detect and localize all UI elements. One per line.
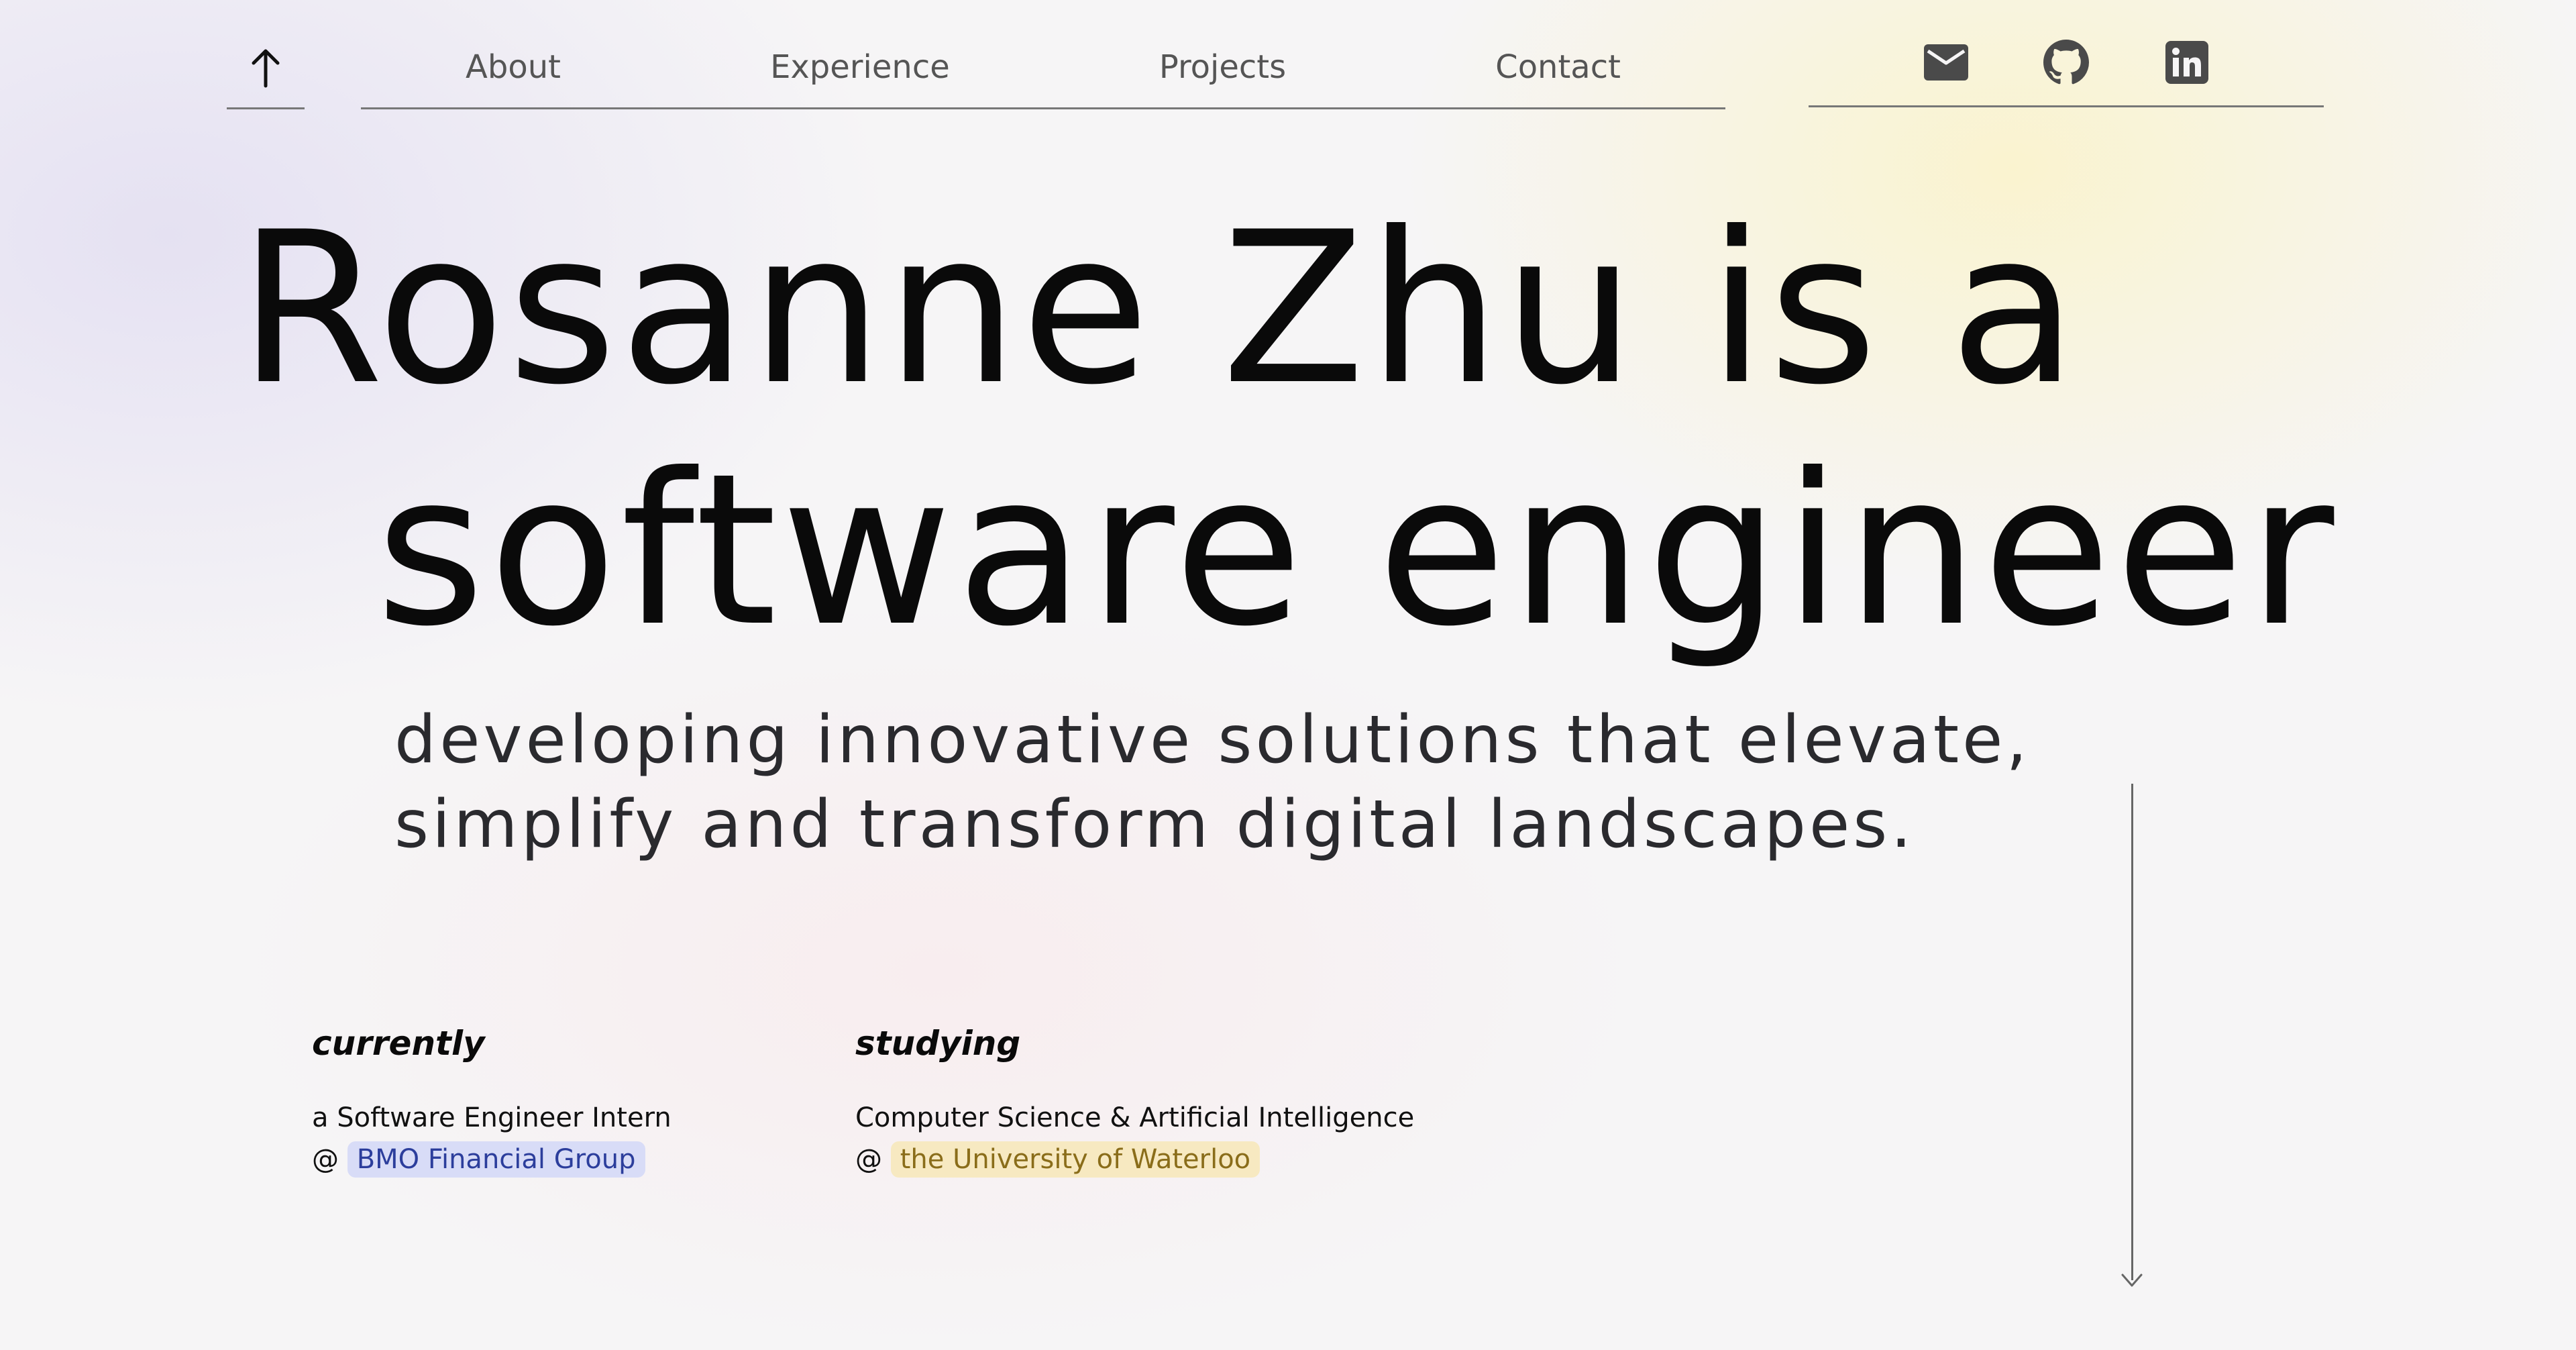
current-role: a Software Engineer Intern (312, 1102, 672, 1133)
tagline-line-1: developing innovative solutions that ele… (394, 702, 2031, 778)
institution-badge[interactable]: the University of Waterloo (890, 1141, 1260, 1178)
arrow-down-icon[interactable] (2120, 1272, 2144, 1288)
github-link[interactable] (2043, 39, 2090, 86)
mail-link[interactable] (1923, 39, 1970, 86)
organization-badge[interactable]: BMO Financial Group (347, 1141, 645, 1178)
currently-section: currently a Software Engineer Intern @ B… (312, 1017, 672, 1180)
scroll-indicator-line (2131, 784, 2133, 1280)
back-to-top-button[interactable] (227, 27, 305, 109)
tagline-line-2: simplify and transform digital landscape… (394, 786, 1915, 863)
github-icon (2043, 39, 2089, 84)
arrow-up-icon (252, 49, 280, 88)
study-program: Computer Science & Artificial Intelligen… (855, 1102, 1415, 1133)
linkedin-link[interactable] (2163, 39, 2210, 86)
studying-heading: studying (855, 1024, 1021, 1063)
at-symbol: @ (312, 1144, 339, 1175)
linkedin-icon (2165, 40, 2208, 84)
at-symbol: @ (855, 1144, 882, 1175)
social-links (1809, 27, 2324, 107)
institution-line: @ the University of Waterloo (855, 1139, 1414, 1180)
nav-link-contact[interactable]: Contact (1475, 48, 1641, 86)
primary-nav: About Experience Projects Contact (361, 27, 1725, 109)
current-organization-line: @ BMO Financial Group (312, 1139, 672, 1180)
hero-title-line-1: Rosanne Zhu is a (238, 187, 2081, 431)
studying-section: studying Computer Science & Artificial I… (855, 1017, 1414, 1180)
currently-heading: currently (312, 1024, 485, 1063)
nav-link-projects[interactable]: Projects (1139, 48, 1306, 86)
nav-link-about[interactable]: About (445, 48, 581, 86)
tagline: developing innovative solutions that ele… (394, 698, 2139, 867)
nav-link-experience[interactable]: Experience (750, 48, 970, 86)
hero-title-line-2: software engineer (376, 428, 2339, 672)
mail-icon (1923, 44, 1968, 81)
